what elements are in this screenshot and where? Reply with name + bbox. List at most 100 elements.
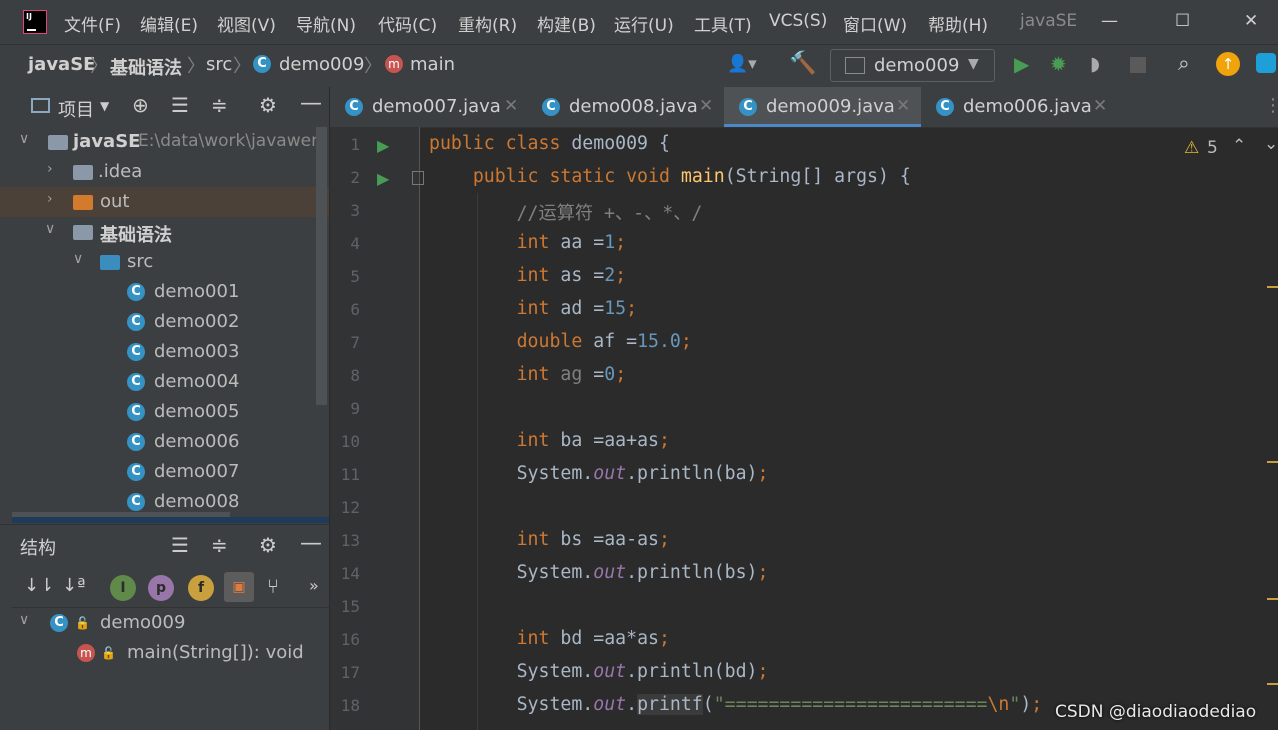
intellij-logo-icon[interactable]: IJ [23, 10, 47, 34]
code-line[interactable]: int ag =0; [429, 364, 627, 385]
structure-item-method[interactable]: m 🔓 main(String[]): void [0, 638, 316, 668]
hide-panel-icon[interactable]: — [300, 531, 322, 556]
hide-panel-icon[interactable]: — [300, 91, 322, 116]
properties-filter-icon[interactable]: p [148, 575, 174, 601]
plugin-icon[interactable] [1256, 53, 1276, 73]
hierarchy-icon[interactable]: ⑂ [267, 574, 279, 598]
chevron-down-icon[interactable]: ∨ [45, 221, 55, 237]
code-line[interactable]: int bs =aa-as; [429, 529, 670, 550]
more-tabs-icon[interactable]: ⋮ [1264, 95, 1278, 116]
coverage-icon[interactable]: ◗ [1090, 53, 1100, 75]
menu-view[interactable]: 视图(V) [217, 11, 276, 36]
project-view-label[interactable]: 项目 [58, 96, 94, 122]
breadcrumb-src[interactable]: src [206, 54, 232, 75]
gear-icon[interactable]: ⚙ [259, 93, 277, 117]
code-line[interactable]: System.out.println(ba); [429, 463, 769, 484]
tree-item-javaSE[interactable]: ∨ javaSE E:\data\work\javawenj [0, 127, 327, 157]
tab-demo008[interactable]: C demo008.java ✕ [527, 87, 724, 127]
previous-highlight-icon[interactable]: ⌃ [1232, 136, 1246, 156]
code-line[interactable]: int as =2; [429, 265, 627, 286]
run-config-select[interactable]: demo009 ▼ [830, 49, 995, 82]
close-icon[interactable]: ✕ [504, 96, 518, 116]
code-line[interactable]: double af =15.0; [429, 331, 692, 352]
chevron-right-icon[interactable]: › [47, 161, 53, 177]
code-line[interactable]: int ad =15; [429, 298, 637, 319]
debug-icon[interactable]: ✹ [1050, 52, 1067, 76]
structure-item-class[interactable]: ∨ C 🔓 demo009 [0, 608, 316, 638]
tree-item-class[interactable]: C demo003 [0, 337, 316, 367]
warning-count[interactable]: 5 [1207, 138, 1218, 158]
inherited-filter-icon[interactable]: I [110, 575, 136, 601]
fold-icon[interactable] [412, 171, 424, 185]
code-line[interactable]: int aa =1; [429, 232, 627, 253]
breadcrumb-method[interactable]: main [410, 54, 455, 75]
menu-file[interactable]: 文件(F) [64, 11, 121, 36]
close-icon[interactable]: ✕ [1093, 96, 1107, 116]
tree-item-src[interactable]: ∨ src [0, 247, 316, 277]
chevron-down-icon[interactable]: ∨ [73, 251, 83, 267]
more-icon[interactable]: » [309, 576, 319, 595]
sort-alphabetically-icon[interactable]: ↓ª [62, 575, 86, 596]
code-line[interactable]: System.out.printf("=====================… [429, 694, 1042, 715]
minimize-button[interactable]: — [1101, 11, 1118, 31]
code-line[interactable]: //运算符 +、-、*、/ [429, 199, 703, 225]
next-highlight-icon[interactable]: ⌄ [1264, 134, 1278, 154]
menu-window[interactable]: 窗口(W) [843, 11, 907, 36]
update-icon[interactable]: ↑ [1216, 52, 1240, 76]
expand-all-icon[interactable]: ☰ [171, 533, 189, 557]
menu-run[interactable]: 运行(U) [614, 11, 674, 36]
menu-code[interactable]: 代码(C) [378, 11, 437, 36]
close-icon[interactable]: ✕ [896, 96, 910, 116]
tree-item-class[interactable]: C demo007 [0, 457, 316, 487]
build-hammer-icon[interactable]: 🔨 [789, 51, 816, 76]
fields-filter-icon[interactable]: f [188, 575, 214, 601]
tree-item-module[interactable]: ∨ 基础语法 [0, 217, 316, 247]
code-line[interactable]: System.out.println(bs); [429, 562, 769, 583]
user-icon[interactable]: 👤▾ [727, 54, 757, 74]
menu-help[interactable]: 帮助(H) [928, 11, 988, 36]
chevron-down-icon[interactable]: ▼ [100, 99, 109, 113]
menu-navigate[interactable]: 导航(N) [296, 11, 356, 36]
code-line[interactable]: public static void main(String[] args) { [429, 166, 911, 187]
warning-icon[interactable]: ⚠ [1184, 138, 1199, 158]
close-window-button[interactable]: ✕ [1244, 11, 1258, 31]
tab-demo009[interactable]: C demo009.java ✕ [724, 87, 921, 127]
expand-all-icon[interactable]: ☰ [171, 93, 189, 117]
tab-demo007[interactable]: C demo007.java ✕ [330, 87, 527, 127]
breadcrumb-module[interactable]: 基础语法 [110, 54, 182, 80]
run-gutter-icon[interactable]: ▶ [377, 136, 389, 155]
code-line[interactable]: int bd =aa*as; [429, 628, 670, 649]
code-line[interactable]: public class demo009 { [429, 133, 670, 154]
breadcrumb-project[interactable]: javaSE [28, 54, 95, 75]
tree-item-class[interactable]: C demo001 [0, 277, 316, 307]
lock-icon[interactable]: ▣ [224, 572, 254, 602]
gear-icon[interactable]: ⚙ [259, 533, 277, 557]
menu-vcs[interactable]: VCS(S) [769, 11, 827, 31]
collapse-all-icon[interactable]: ≑ [211, 533, 228, 557]
search-icon[interactable]: ⌕ [1178, 51, 1190, 76]
tree-item-class[interactable]: C demo004 [0, 367, 316, 397]
tree-item-class[interactable]: C demo005 [0, 397, 316, 427]
run-icon[interactable]: ▶ [1014, 52, 1029, 76]
code-line[interactable]: System.out.println(bd); [429, 661, 769, 682]
tree-item-out[interactable]: › out [0, 187, 329, 217]
stop-icon[interactable] [1130, 57, 1146, 73]
collapse-all-icon[interactable]: ≑ [211, 93, 228, 117]
tree-item-class[interactable]: C demo006 [0, 427, 316, 457]
breadcrumb-class[interactable]: demo009 [279, 54, 364, 75]
menu-refactor[interactable]: 重构(R) [458, 11, 517, 36]
sort-by-visibility-icon[interactable]: ↓⇂ [24, 575, 54, 596]
close-icon[interactable]: ✕ [699, 96, 713, 116]
code-line[interactable]: int ba =aa+as; [429, 430, 670, 451]
menu-tools[interactable]: 工具(T) [694, 11, 752, 36]
chevron-right-icon[interactable]: › [47, 191, 53, 207]
menu-build[interactable]: 构建(B) [537, 11, 596, 36]
tree-item-idea[interactable]: › .idea [0, 157, 316, 187]
chevron-down-icon[interactable]: ∨ [19, 131, 29, 147]
chevron-down-icon[interactable]: ∨ [19, 612, 29, 628]
locate-icon[interactable]: ⊕ [132, 93, 149, 117]
vertical-scrollbar[interactable] [316, 127, 327, 405]
tree-item-class[interactable]: C demo002 [0, 307, 316, 337]
run-gutter-icon[interactable]: ▶ [377, 169, 389, 188]
maximize-button[interactable]: ☐ [1175, 11, 1190, 31]
